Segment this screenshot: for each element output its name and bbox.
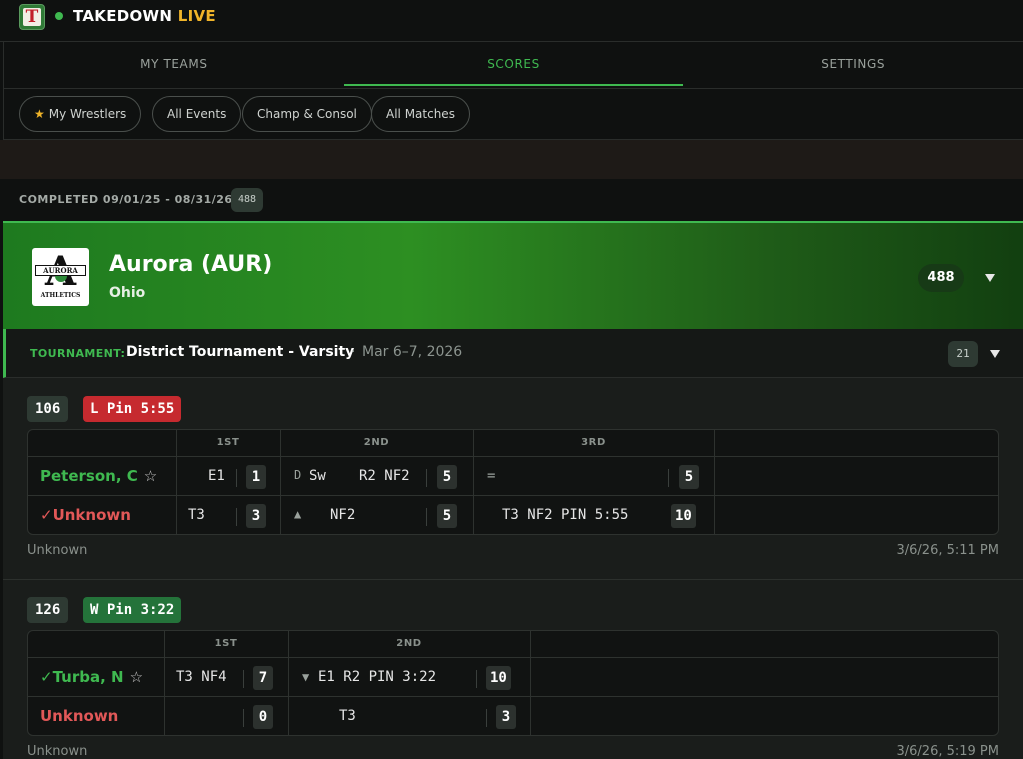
period-scoring: T3 bbox=[339, 708, 356, 724]
match-timestamp: 3/6/26, 5:11 PM bbox=[896, 543, 1000, 558]
team-logo: A AURORA ATHLETICS bbox=[32, 248, 89, 306]
period-header: 2ND bbox=[363, 437, 390, 448]
filter-all-matches[interactable]: All Matches bbox=[371, 96, 470, 132]
wrestler-name-text: Peterson, C bbox=[40, 467, 138, 485]
triangle-up-icon: ▲ bbox=[294, 507, 302, 521]
weight-badge: 126 bbox=[27, 597, 69, 623]
filter-label: Champ & Consol bbox=[257, 107, 357, 121]
period-scoring: T3 NF2 PIN 5:55 bbox=[502, 507, 629, 523]
result-badge: L Pin 5:55 bbox=[83, 396, 182, 422]
match-footer-left: Unknown bbox=[27, 744, 88, 759]
period-scoring: T3 bbox=[188, 507, 205, 523]
wrestler-name-text: Unknown bbox=[52, 506, 131, 524]
period-prefix: = bbox=[487, 468, 496, 484]
period-points: 5 bbox=[437, 504, 457, 528]
completed-range-label: COMPLETED 09/01/25 - 08/31/26 bbox=[19, 193, 233, 206]
period-points: 0 bbox=[253, 705, 273, 729]
period-points: 10 bbox=[486, 666, 511, 690]
weight-badge: 106 bbox=[27, 396, 69, 422]
period-points: 5 bbox=[437, 465, 457, 489]
filter-my-wrestlers[interactable]: ★ My Wrestlers bbox=[19, 96, 142, 132]
spacer-strip bbox=[0, 140, 1023, 179]
star-icon: ★ bbox=[34, 107, 45, 121]
app-header: T TAKEDOWN LIVE bbox=[0, 0, 1023, 42]
team-state: Ohio bbox=[109, 285, 146, 301]
score-table: 1ST 2ND 3RD Peterson, C ☆ E1 1 D Sw R2 NF… bbox=[27, 429, 999, 535]
filter-label: All Events bbox=[167, 107, 227, 121]
live-status-dot bbox=[55, 12, 63, 20]
main-nav: MY TEAMS SCORES SETTINGS bbox=[3, 42, 1023, 88]
completed-range-row: COMPLETED 09/01/25 - 08/31/26 488 bbox=[3, 179, 1023, 222]
tab-settings[interactable]: SETTINGS bbox=[683, 42, 1023, 88]
period-scoring: Sw bbox=[309, 468, 326, 484]
period-scoring: E1 bbox=[208, 468, 225, 484]
tournament-date: Mar 6–7, 2026 bbox=[362, 344, 463, 360]
winner-check-icon: ✓ bbox=[40, 668, 53, 686]
period-scoring: T3 NF4 bbox=[176, 669, 227, 685]
winner-check-icon: ✓ bbox=[40, 506, 53, 524]
period-scoring: R2 NF2 bbox=[359, 468, 410, 484]
period-points: 3 bbox=[246, 504, 266, 528]
match-timestamp: 3/6/26, 5:19 PM bbox=[896, 744, 1000, 759]
period-prefix: D bbox=[294, 468, 302, 482]
tournament-label: TOURNAMENT: bbox=[30, 347, 126, 360]
period-header: 1ST bbox=[216, 437, 240, 448]
star-outline-icon[interactable]: ☆ bbox=[144, 467, 157, 485]
period-points: 3 bbox=[496, 705, 516, 729]
filter-champ-consol[interactable]: Champ & Consol bbox=[242, 96, 372, 132]
filter-bar: ★ My Wrestlers All Events Champ & Consol … bbox=[3, 88, 1023, 140]
app-title-main: TAKEDOWN bbox=[73, 7, 173, 25]
tab-scores[interactable]: SCORES bbox=[343, 42, 684, 88]
wrestler-name-text: Turba, N bbox=[52, 668, 124, 686]
match-divider bbox=[3, 579, 1023, 580]
period-header: 3RD bbox=[581, 437, 606, 448]
wrestler-name-text: Unknown bbox=[40, 707, 119, 725]
team-name: Aurora (AUR) bbox=[109, 252, 273, 277]
app-title-accent: LIVE bbox=[177, 7, 216, 25]
tournament-separator: · bbox=[351, 344, 356, 360]
triangle-down-icon: ▼ bbox=[302, 670, 310, 684]
chevron-down-icon[interactable] bbox=[990, 350, 1000, 358]
period-points: 1 bbox=[246, 465, 266, 489]
filter-label: All Matches bbox=[386, 107, 455, 121]
period-points: 5 bbox=[679, 465, 699, 489]
tournament-name: District Tournament - Varsity bbox=[126, 344, 355, 360]
wrestler-name[interactable]: ✓Turba, N ☆ bbox=[40, 668, 143, 686]
star-outline-icon[interactable]: ☆ bbox=[130, 668, 143, 686]
match-footer-left: Unknown bbox=[27, 543, 88, 558]
tournament-row[interactable]: TOURNAMENT: District Tournament - Varsit… bbox=[3, 329, 1023, 378]
wrestler-name[interactable]: Peterson, C ☆ bbox=[40, 467, 157, 485]
team-logo-subtext: ATHLETICS bbox=[40, 292, 81, 299]
score-table: 1ST 2ND ✓Turba, N ☆ T3 NF4 7 ▼ E1 R2 PIN … bbox=[27, 630, 999, 736]
chevron-down-icon[interactable] bbox=[985, 274, 995, 282]
period-points: 7 bbox=[253, 666, 273, 690]
result-badge: W Pin 3:22 bbox=[83, 597, 182, 623]
filter-all-events[interactable]: All Events bbox=[152, 96, 242, 132]
tournament-count-badge: 21 bbox=[948, 341, 978, 367]
period-points: 10 bbox=[671, 504, 696, 528]
wrestler-name[interactable]: Unknown bbox=[40, 707, 118, 725]
period-scoring: NF2 bbox=[330, 507, 356, 523]
team-match-count: 488 bbox=[918, 264, 964, 292]
wrestler-name[interactable]: ✓Unknown bbox=[40, 506, 131, 524]
period-header: 2ND bbox=[396, 638, 422, 649]
period-scoring: E1 R2 PIN 3:22 bbox=[318, 669, 437, 685]
app-logo[interactable]: T bbox=[19, 4, 45, 30]
logo-letter: T bbox=[23, 8, 41, 26]
tab-my-teams[interactable]: MY TEAMS bbox=[4, 42, 344, 88]
match-list: 106 L Pin 5:55 1ST 2ND 3RD Peterson, C ☆ … bbox=[3, 378, 1023, 759]
team-logo-band: AURORA bbox=[35, 265, 86, 276]
app-title: TAKEDOWN LIVE bbox=[73, 7, 216, 25]
completed-count-badge: 488 bbox=[231, 188, 263, 212]
team-banner[interactable]: A AURORA ATHLETICS Aurora (AUR) Ohio 488 bbox=[3, 221, 1023, 329]
filter-label: My Wrestlers bbox=[48, 107, 127, 121]
period-header: 1ST bbox=[214, 638, 238, 649]
